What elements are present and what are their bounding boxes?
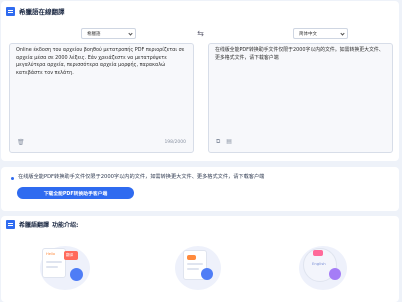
document-icon[interactable]: ▤ — [226, 138, 232, 146]
feature-illustration-translate: Hello 翻译 — [36, 240, 96, 290]
settings-icon — [329, 268, 341, 280]
features-title: 希臘語翻譯 — [19, 222, 50, 229]
feature-illustration-convert — [165, 240, 225, 290]
bullet-icon — [11, 177, 14, 180]
features-section: 希臘語翻譯 功能介绍: Hello 翻译 English — [1, 216, 399, 302]
source-text[interactable]: Online έκδοση του αρχείου βοηθού μετατρο… — [16, 47, 187, 77]
feature-illustration-language: English — [293, 240, 353, 290]
page-title: 希臘語在線翻譯 — [19, 8, 65, 16]
art-label-english: English — [312, 261, 326, 266]
art-label-hello: Hello — [46, 252, 56, 256]
download-icon — [201, 268, 213, 280]
page-header: 希臘語在線翻譯 — [6, 5, 65, 17]
translated-text: 在线版全能PDF转换助手文件仅限于2000字以内的文件。如需转换更大文件、更多格… — [215, 47, 384, 61]
document-icon: Hello — [42, 248, 66, 278]
language-tag-icon — [313, 250, 323, 256]
translate-badge: 翻译 — [64, 251, 78, 260]
copy-icon[interactable]: ⧉ — [216, 138, 220, 146]
art-label-translate: 翻译 — [66, 253, 74, 257]
language-bar: 希臘語 ⇆ 简体中文 — [1, 28, 399, 40]
download-client-button[interactable]: 下载全能PDF转换助手客户端 — [17, 187, 134, 199]
features-header: 希臘語翻譯 功能介绍: — [6, 220, 78, 229]
trash-icon[interactable]: 🗑 — [17, 139, 25, 146]
translator-card: 希臘語在線翻譯 希臘語 ⇆ 简体中文 Online έκδοση του αρχ… — [1, 1, 399, 161]
target-language-value: 简体中文 — [299, 31, 317, 37]
source-text-area[interactable]: Online έκδοση του αρχείου βοηθού μετατρο… — [9, 43, 194, 153]
document-icon — [6, 6, 15, 16]
chevron-down-icon — [340, 31, 345, 36]
swap-arrows-icon[interactable]: ⇆ — [196, 29, 205, 38]
cloud-icon — [70, 268, 83, 281]
document-icon — [6, 220, 15, 229]
chevron-down-icon — [128, 31, 133, 36]
download-notice: 在线版全能PDF转换助手文件仅限于2000字以内的文件，如需转换更大文件、更多格… — [1, 167, 399, 211]
source-language-select[interactable]: 希臘語 — [81, 28, 136, 39]
character-counter: 198/2000 — [164, 140, 186, 145]
target-language-select[interactable]: 简体中文 — [293, 28, 348, 39]
features-subtitle: 功能介绍: — [52, 222, 79, 229]
source-language-value: 希臘語 — [87, 31, 101, 37]
target-text-area: 在线版全能PDF转换助手文件仅限于2000字以内的文件。如需转换更大文件、更多格… — [208, 43, 393, 153]
notice-text: 在线版全能PDF转换助手文件仅限于2000字以内的文件，如需转换更大文件、更多格… — [18, 174, 265, 180]
target-actions: ⧉ ▤ — [216, 138, 232, 146]
